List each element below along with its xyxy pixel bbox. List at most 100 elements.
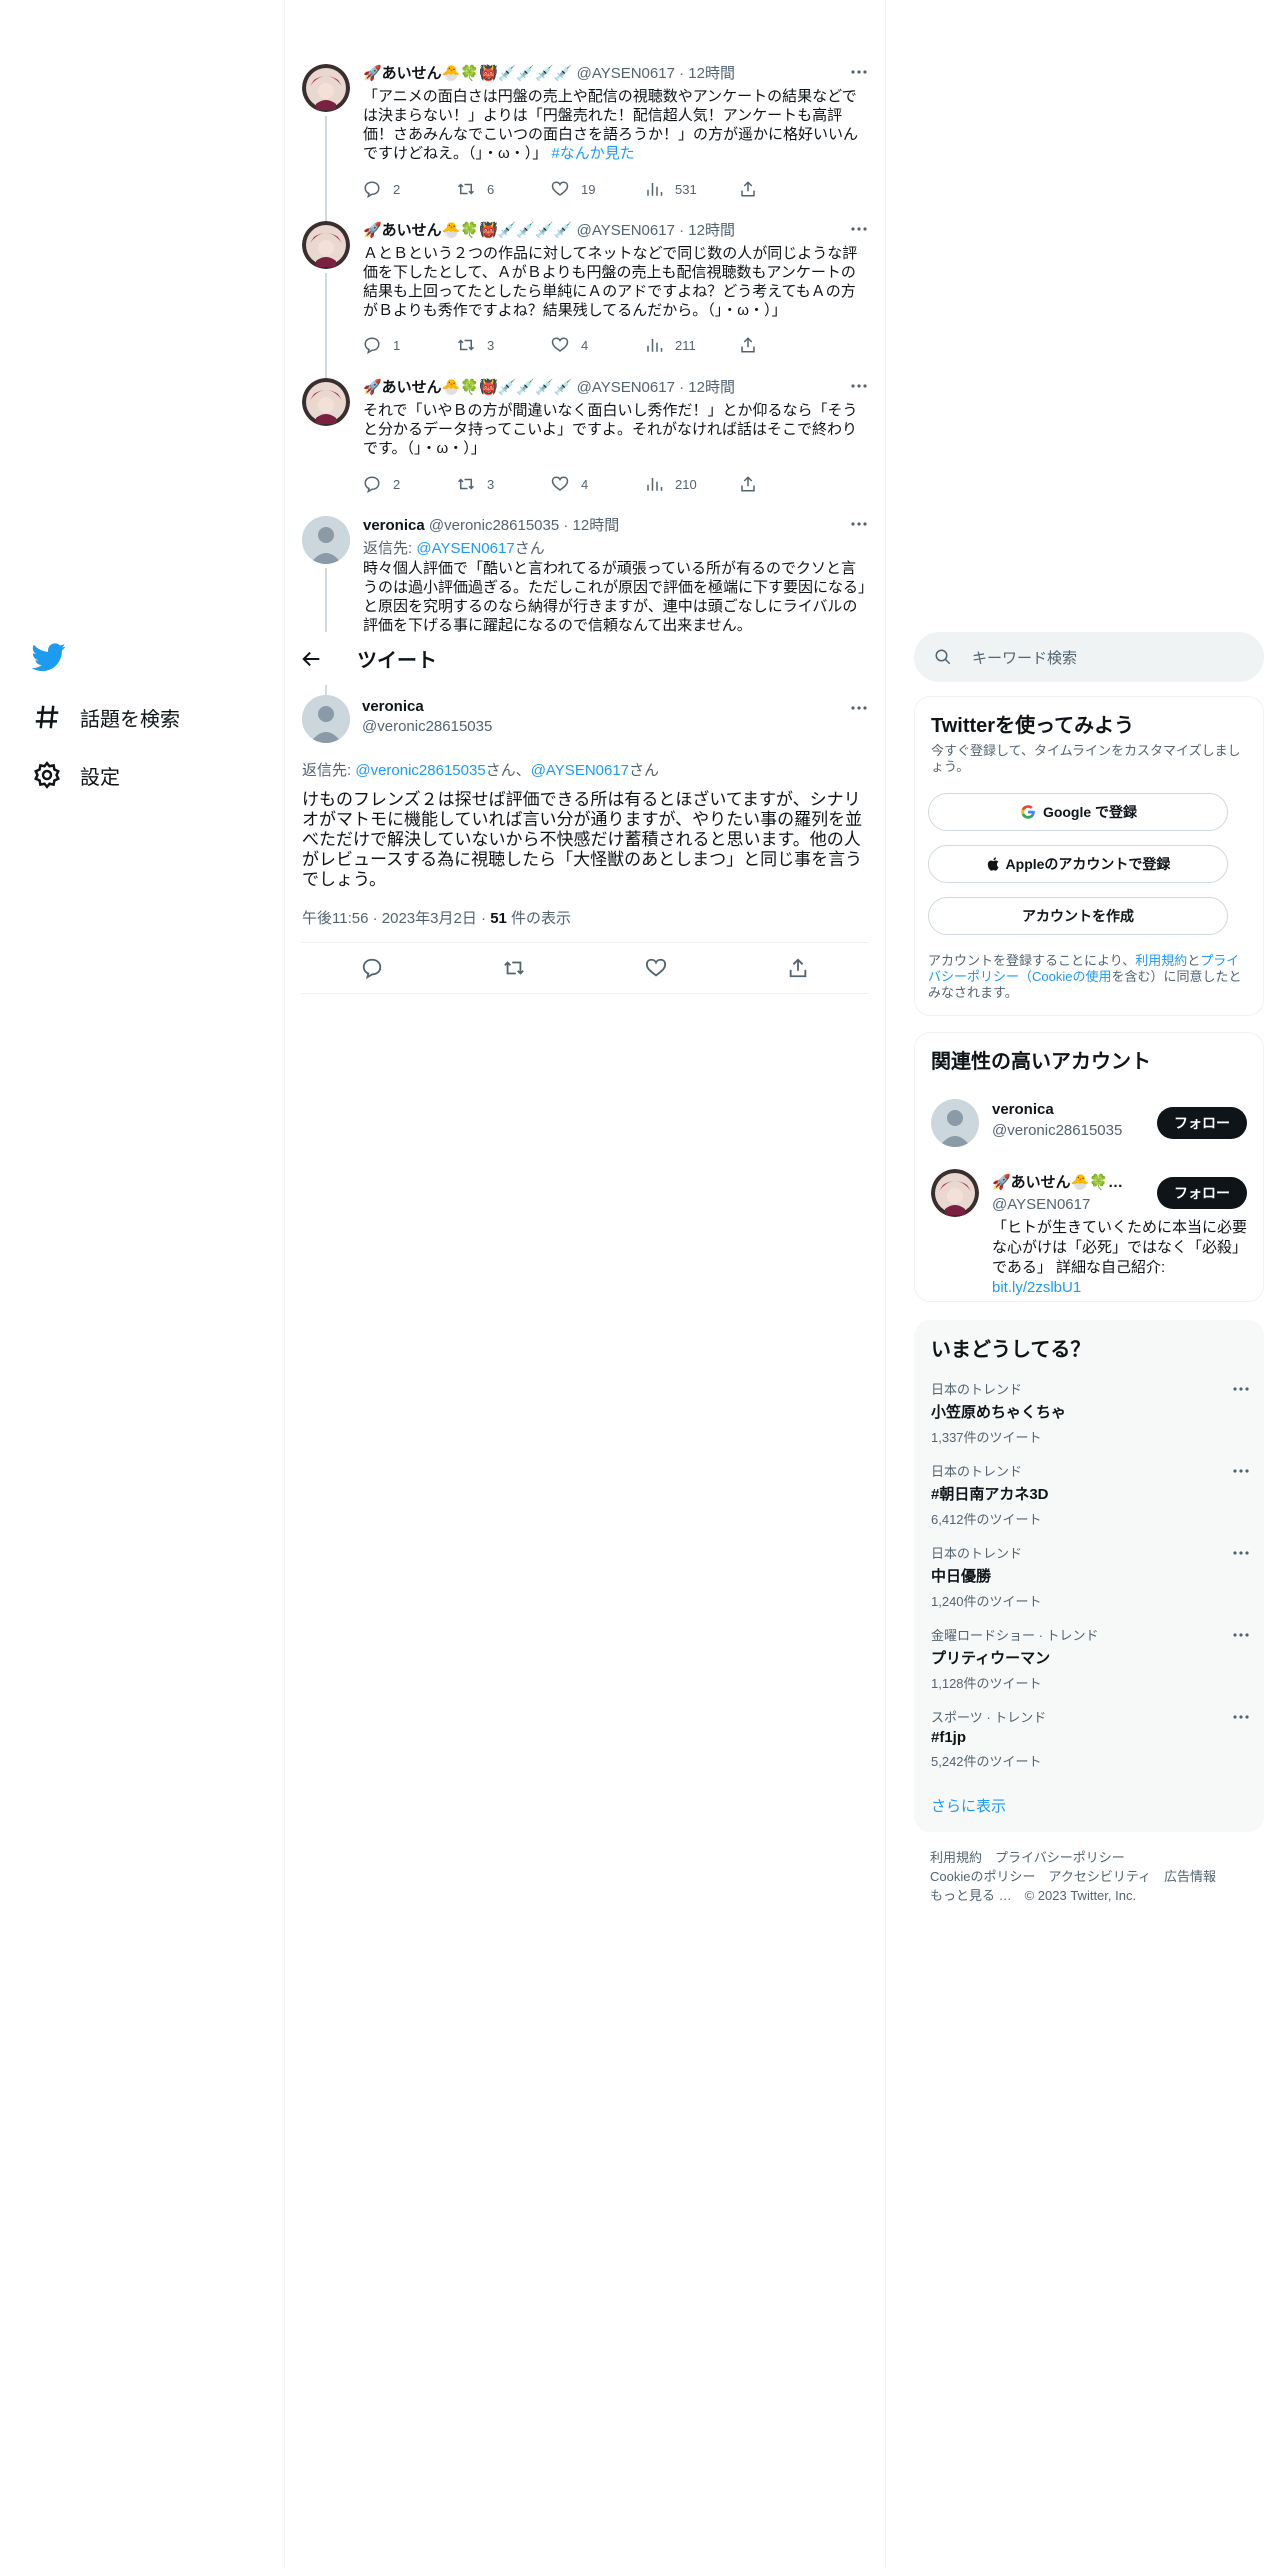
- trend-count: 6,412件のツイート: [931, 1512, 1042, 1527]
- author-handle[interactable]: @veronic28615035: [429, 517, 559, 534]
- tweet-time[interactable]: 12時間: [688, 222, 735, 239]
- trend-item[interactable]: 金曜ロードショー · トレンド プリティウーマン 1,128件のツイート: [931, 1625, 1251, 1692]
- trend-item[interactable]: 日本のトレンド 中日優勝 1,240件のツイート: [931, 1543, 1251, 1610]
- author-name[interactable]: 🚀あいせん🐣🍀👹💉💉💉💉: [363, 379, 572, 396]
- author-handle[interactable]: @AYSEN0617: [577, 65, 675, 82]
- hashtag-icon: [35, 705, 59, 729]
- nav-explore[interactable]: 話題を検索: [32, 697, 180, 737]
- trend-item[interactable]: スポーツ · トレンド #f1jp 5,242件のツイート: [931, 1707, 1251, 1770]
- retweet-button[interactable]: 3: [457, 335, 551, 355]
- footer-line[interactable]: もっと見る … © 2023 Twitter, Inc.: [930, 1886, 1260, 1905]
- author-name[interactable]: veronica: [362, 698, 492, 715]
- thread-tweet[interactable]: 🚀あいせん🐣🍀👹💉💉💉💉 @AYSEN0617 · 12時間 それで「いやＢの方…: [285, 367, 885, 504]
- share-button[interactable]: [739, 474, 779, 494]
- more-options-icon[interactable]: [1231, 1461, 1251, 1481]
- author-name[interactable]: 🚀あいせん🐣🍀👹💉💉💉💉: [363, 222, 572, 239]
- more-options-icon[interactable]: [1231, 1379, 1251, 1399]
- default-avatar[interactable]: [302, 695, 350, 743]
- cookie-link[interactable]: （Cookieの使用: [1019, 969, 1111, 984]
- follow-button[interactable]: フォロー: [1157, 1177, 1247, 1209]
- terms-link[interactable]: 利用規約: [1135, 953, 1187, 968]
- share-button[interactable]: [739, 179, 779, 199]
- views-button[interactable]: 210: [645, 474, 739, 494]
- thread-tweet[interactable]: 🚀あいせん🐣🍀👹💉💉💉💉 @AYSEN0617 · 12時間 「アニメの面白さは…: [285, 64, 885, 210]
- retweet-button[interactable]: 6: [457, 179, 551, 199]
- heart-icon: [551, 181, 569, 196]
- trend-title: 中日優勝: [931, 1568, 992, 1585]
- apple-signup-button[interactable]: Appleのアカウントで登録: [928, 845, 1228, 883]
- search-input[interactable]: キーワード検索: [914, 632, 1264, 682]
- thread-tweet[interactable]: veronica @veronic28615035 · 12時間 返信先: @A…: [285, 516, 885, 632]
- thread-tweet[interactable]: 🚀あいせん🐣🍀👹💉💉💉💉 @AYSEN0617 · 12時間 ＡとＢという２つの…: [285, 210, 885, 367]
- author-name[interactable]: veronica: [363, 517, 425, 534]
- twitter-logo-icon[interactable]: [32, 640, 66, 674]
- avatar[interactable]: [302, 221, 350, 269]
- google-signup-button[interactable]: Google で登録: [928, 793, 1228, 831]
- account-name[interactable]: veronica: [992, 1101, 1122, 1118]
- thread-connector: [325, 116, 327, 210]
- search-placeholder: キーワード検索: [972, 649, 1078, 667]
- account-handle[interactable]: @veronic28615035: [992, 1122, 1122, 1139]
- bio-link[interactable]: bit.ly/2zslbU1: [992, 1279, 1081, 1296]
- hashtag-link[interactable]: #なんか見た: [551, 145, 634, 162]
- share-icon[interactable]: [787, 957, 809, 979]
- relevant-accounts-card: 関連性の高いアカウント veronica @veronic28615035 フォ…: [914, 1032, 1264, 1302]
- tweet-date[interactable]: 2023年3月2日: [382, 910, 477, 927]
- more-options-icon[interactable]: [849, 516, 869, 534]
- reply-button[interactable]: 1: [363, 335, 457, 355]
- like-button[interactable]: 4: [551, 335, 645, 355]
- mention-link[interactable]: @AYSEN0617: [531, 762, 629, 779]
- avatar[interactable]: [302, 378, 350, 426]
- account-item[interactable]: veronica @veronic28615035 フォロー: [915, 1093, 1263, 1157]
- more-options-icon[interactable]: [849, 698, 869, 718]
- author-name[interactable]: 🚀あいせん🐣🍀👹💉💉💉💉: [363, 65, 572, 82]
- focus-tweet-text: けものフレンズ２は探せば評価できる所は有るとほざいてますが、シナリオがマトモに機…: [302, 790, 863, 889]
- author-handle[interactable]: @veronic28615035: [362, 718, 492, 735]
- trend-item[interactable]: 日本のトレンド 小笠原めちゃくちゃ 1,337件のツイート: [931, 1379, 1251, 1446]
- trend-item[interactable]: 日本のトレンド #朝日南アカネ3D 6,412件のツイート: [931, 1461, 1251, 1528]
- more-options-icon[interactable]: [849, 62, 869, 82]
- mention-link[interactable]: @AYSEN0617: [416, 540, 514, 557]
- tweet-time[interactable]: 12時間: [573, 517, 620, 534]
- tweet-time[interactable]: 12時間: [688, 65, 735, 82]
- share-button[interactable]: [739, 335, 779, 355]
- avatar[interactable]: [302, 64, 350, 112]
- more-options-icon[interactable]: [1231, 1625, 1251, 1645]
- nav-settings[interactable]: 設定: [32, 755, 120, 795]
- back-arrow-icon[interactable]: [301, 648, 323, 670]
- focus-author[interactable]: veronica @veronic28615035: [362, 698, 492, 735]
- thread-connector: [325, 210, 327, 221]
- more-options-icon[interactable]: [849, 376, 869, 396]
- mention-link[interactable]: @veronic28615035: [355, 762, 485, 779]
- footer-line[interactable]: Cookieのポリシー アクセシビリティ 広告情報: [930, 1867, 1260, 1886]
- default-avatar[interactable]: [931, 1099, 979, 1147]
- reply-button[interactable]: 2: [363, 474, 457, 494]
- footer-line[interactable]: 利用規約 プライバシーポリシー: [930, 1848, 1260, 1867]
- retweet-icon[interactable]: [503, 957, 525, 979]
- default-avatar[interactable]: [302, 516, 350, 564]
- tweet-time[interactable]: 午後11:56: [302, 910, 368, 927]
- avatar[interactable]: [931, 1169, 979, 1217]
- account-item[interactable]: 🚀あいせん🐣🍀… @AYSEN0617 「ヒトが生きていくために本当に必要な心が…: [915, 1163, 1263, 1296]
- views-button[interactable]: 531: [645, 179, 739, 199]
- views-button[interactable]: 211: [645, 335, 739, 355]
- relevant-title: 関連性の高いアカウント: [931, 1051, 1151, 1073]
- more-options-icon[interactable]: [849, 219, 869, 239]
- thread-connector: [325, 685, 327, 695]
- more-options-icon[interactable]: [1231, 1543, 1251, 1563]
- reply-icon[interactable]: [361, 957, 383, 979]
- like-button[interactable]: 19: [551, 179, 645, 199]
- create-account-button[interactable]: アカウントを作成: [928, 897, 1228, 935]
- like-button[interactable]: 4: [551, 474, 645, 494]
- more-options-icon[interactable]: [1231, 1707, 1251, 1727]
- retweet-button[interactable]: 3: [457, 474, 551, 494]
- show-more-link[interactable]: さらに表示: [931, 1795, 1006, 1816]
- gear-icon: [34, 761, 60, 789]
- trend-title: #f1jp: [931, 1729, 967, 1746]
- author-handle[interactable]: @AYSEN0617: [577, 379, 675, 396]
- follow-button[interactable]: フォロー: [1157, 1107, 1247, 1139]
- heart-icon[interactable]: [645, 957, 667, 979]
- author-handle[interactable]: @AYSEN0617: [577, 222, 675, 239]
- reply-button[interactable]: 2: [363, 179, 457, 199]
- tweet-time[interactable]: 12時間: [688, 379, 735, 396]
